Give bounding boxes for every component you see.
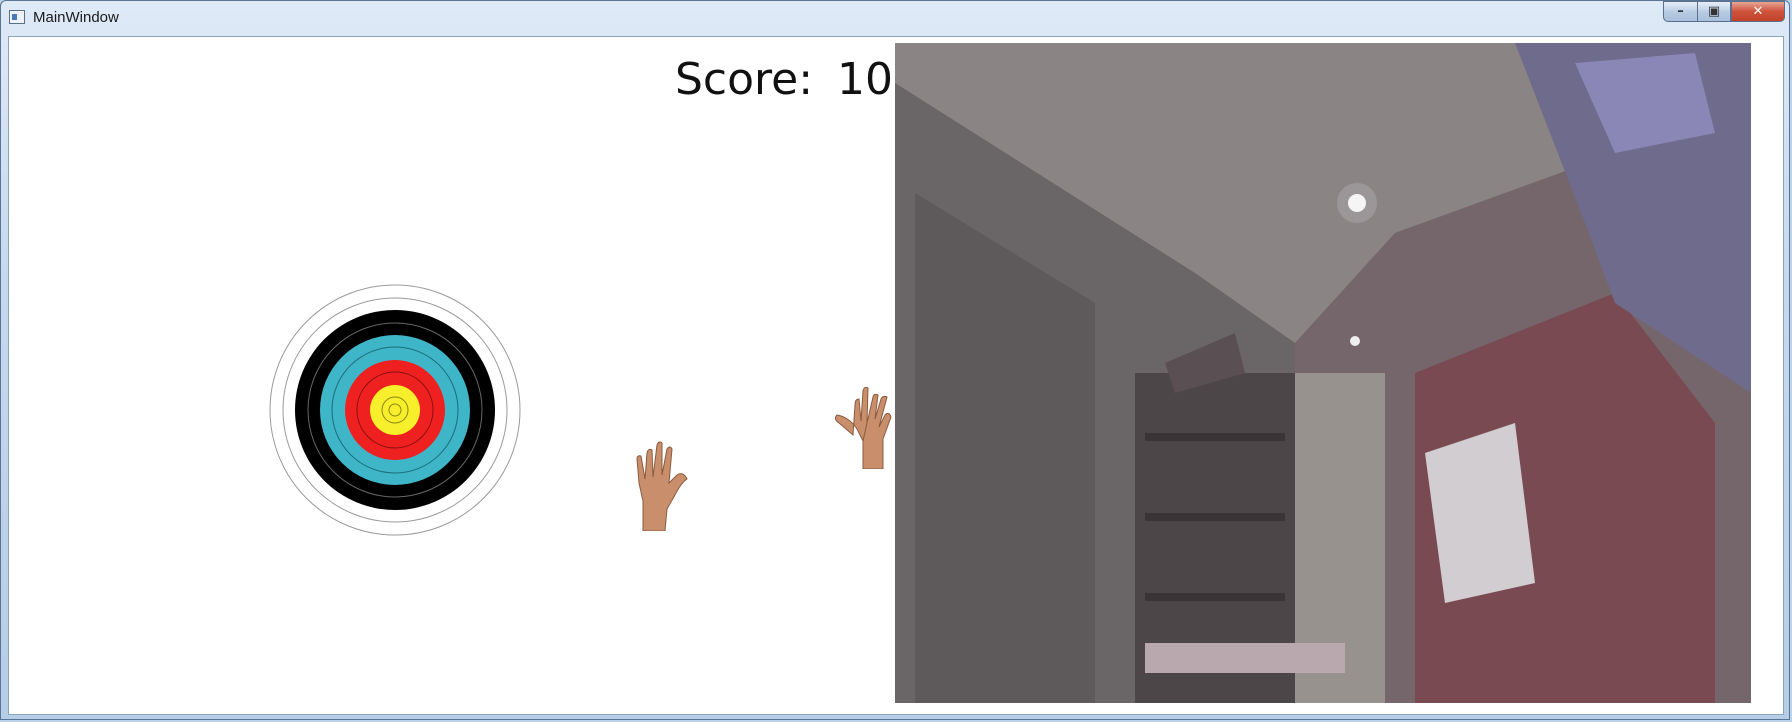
window-title: MainWindow bbox=[33, 9, 119, 26]
window-controls: – ▣ ✕ bbox=[1663, 1, 1785, 23]
score-label: Score: bbox=[675, 54, 814, 105]
close-icon: ✕ bbox=[1752, 4, 1764, 19]
left-hand-cursor bbox=[636, 441, 688, 531]
main-window: MainWindow – ▣ ✕ Score: 10 bbox=[0, 0, 1790, 720]
archery-target bbox=[269, 284, 521, 536]
webcam-view bbox=[895, 43, 1751, 703]
title-bar[interactable]: MainWindow – ▣ ✕ bbox=[1, 1, 1789, 35]
app-window-icon[interactable] bbox=[9, 10, 25, 24]
score-value: 10 bbox=[837, 54, 893, 105]
right-hand-cursor bbox=[834, 386, 892, 469]
minimize-button[interactable]: – bbox=[1663, 1, 1697, 22]
close-button[interactable]: ✕ bbox=[1731, 1, 1785, 22]
maximize-button[interactable]: ▣ bbox=[1697, 1, 1731, 22]
maximize-icon: ▣ bbox=[1707, 4, 1721, 19]
game-canvas: Score: 10 bbox=[8, 36, 1784, 715]
minimize-icon: – bbox=[1677, 4, 1684, 19]
